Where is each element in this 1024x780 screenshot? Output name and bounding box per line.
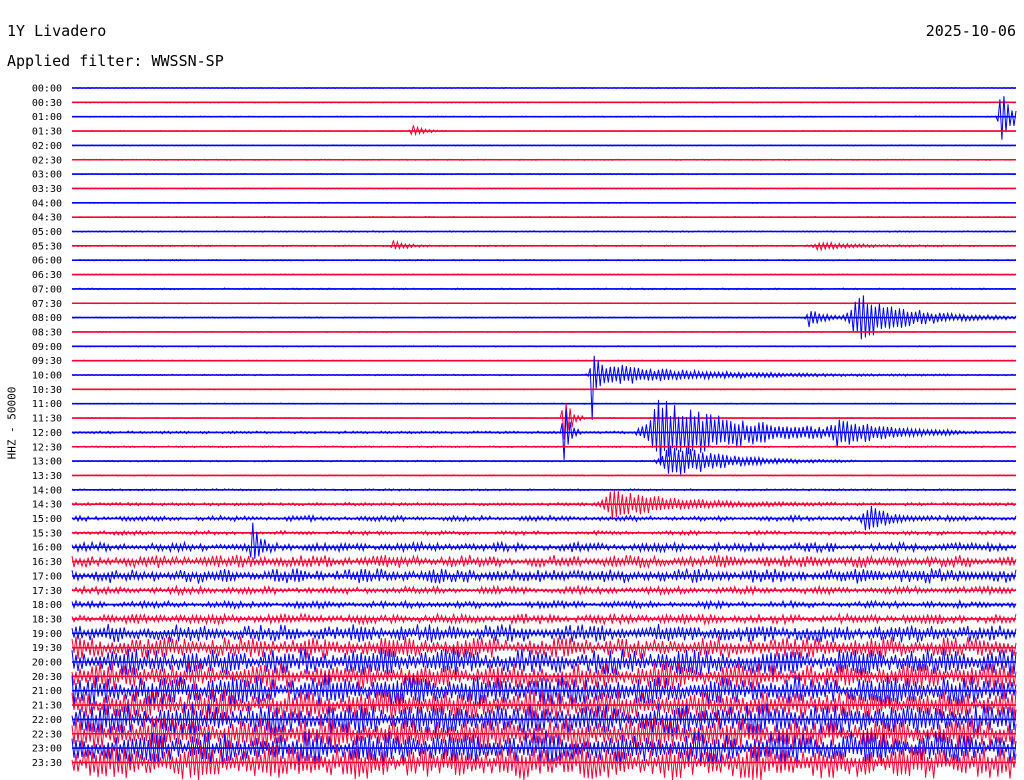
tick-label-0830: 08:30 <box>32 327 62 338</box>
tick-label-1830: 18:30 <box>32 614 62 625</box>
tick-label-1130: 11:30 <box>32 414 62 425</box>
tick-label-1500: 15:00 <box>32 514 62 525</box>
tick-label-0230: 02:30 <box>32 155 62 166</box>
tick-label-1030: 10:30 <box>32 385 62 396</box>
tick-label-0630: 06:30 <box>32 270 62 281</box>
tick-label-1700: 17:00 <box>32 571 62 582</box>
tick-label-1400: 14:00 <box>32 485 62 496</box>
tick-label-0100: 01:00 <box>32 112 62 123</box>
seismic-traces <box>71 86 1017 780</box>
tick-label-0700: 07:00 <box>32 284 62 295</box>
trace-0130 <box>71 125 1017 137</box>
tick-label-2100: 21:00 <box>32 686 62 697</box>
tick-label-1930: 19:30 <box>32 643 62 654</box>
tick-label-1100: 11:00 <box>32 399 62 410</box>
tick-label-2300: 23:00 <box>32 744 62 755</box>
tick-label-0800: 08:00 <box>32 313 62 324</box>
tick-label-0030: 00:30 <box>32 98 62 109</box>
tick-label-1600: 16:00 <box>32 543 62 554</box>
tick-label-0530: 05:30 <box>32 241 62 252</box>
tick-label-0200: 02:00 <box>32 141 62 152</box>
trace-1600 <box>71 522 1017 559</box>
tick-label-2000: 20:00 <box>32 658 62 669</box>
helicorder-plot: 00:00 00:30 01:00 01:30 02:00 02:30 03:00 03:30… <box>32 84 1017 780</box>
tick-label-2030: 20:30 <box>32 672 62 683</box>
tick-label-1530: 15:30 <box>32 528 62 539</box>
tick-label-1630: 16:30 <box>32 557 62 568</box>
tick-label-0330: 03:30 <box>32 184 62 195</box>
trace-1000 <box>71 355 1017 420</box>
tick-label-0730: 07:30 <box>32 299 62 310</box>
tick-label-1300: 13:00 <box>32 457 62 468</box>
tick-label-1330: 13:30 <box>32 471 62 482</box>
tick-label-0900: 09:00 <box>32 342 62 353</box>
tick-label-1730: 17:30 <box>32 586 62 597</box>
tick-label-1200: 12:00 <box>32 428 62 439</box>
tick-label-2330: 23:30 <box>32 758 62 769</box>
tick-label-2230: 22:30 <box>32 729 62 740</box>
trace-1300 <box>71 445 1017 475</box>
tick-label-0300: 03:00 <box>32 170 62 181</box>
tick-label-1800: 18:00 <box>32 600 62 611</box>
tick-label-0430: 04:30 <box>32 213 62 224</box>
tick-label-1430: 14:30 <box>32 500 62 511</box>
tick-label-1900: 19:00 <box>32 629 62 640</box>
tick-label-1000: 10:00 <box>32 371 62 382</box>
tick-label-2130: 21:30 <box>32 701 62 712</box>
tick-label-2200: 22:00 <box>32 715 62 726</box>
tick-label-0500: 05:00 <box>32 227 62 238</box>
tick-label-0130: 01:30 <box>32 127 62 138</box>
tick-label-1230: 12:30 <box>32 442 62 453</box>
tick-label-0930: 09:30 <box>32 356 62 367</box>
tick-label-0400: 04:00 <box>32 198 62 209</box>
tick-label-0600: 06:00 <box>32 256 62 267</box>
tick-label-0000: 00:00 <box>32 84 62 95</box>
time-tick-labels: 00:00 00:30 01:00 01:30 02:00 02:30 03:00 03:30… <box>32 84 62 769</box>
